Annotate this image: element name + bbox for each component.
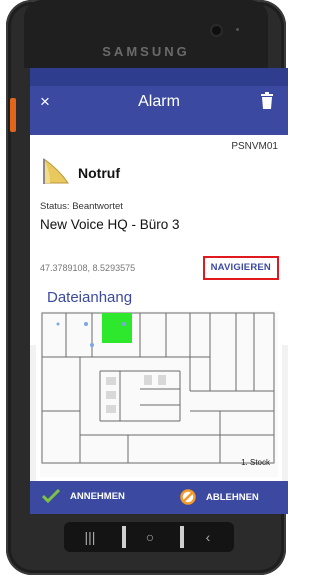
app-bar: × Alarm	[30, 68, 288, 135]
alarm-type: Notruf	[78, 165, 120, 181]
trash-icon[interactable]	[260, 92, 274, 109]
alarm-type-icon	[43, 158, 69, 184]
floor-label: 1. Stock	[241, 458, 270, 467]
highlighted-room	[102, 313, 132, 343]
home-button[interactable]: ○	[124, 522, 176, 552]
recent-apps-button[interactable]: |||	[64, 522, 116, 552]
alarm-location: New Voice HQ - Büro 3	[40, 217, 180, 232]
page-title: Alarm	[138, 93, 180, 110]
reject-label: ABLEHNEN	[206, 491, 259, 503]
reject-button[interactable]: ABLEHNEN	[180, 489, 259, 505]
phone-frame: SAMSUNG × Alarm PSNVM01 Notruf Status: B…	[6, 0, 288, 575]
hardware-nav-keys: ||| ○ ‹	[64, 522, 234, 552]
attachment-title: Dateianhang	[47, 289, 133, 306]
front-camera	[212, 26, 221, 35]
phone-top-bezel: SAMSUNG	[24, 0, 268, 68]
screen: × Alarm PSNVM01 Notruf Status: Beantwort…	[30, 68, 288, 514]
check-icon	[42, 489, 60, 503]
status-strip	[30, 68, 288, 86]
coordinates: 47.3789108, 8.5293575	[40, 263, 136, 273]
accept-label: ANNEHMEN	[70, 490, 125, 502]
action-bar: ANNEHMEN ABLEHNEN	[30, 481, 288, 514]
brand-logo: SAMSUNG	[102, 44, 190, 59]
accept-button[interactable]: ANNEHMEN	[42, 489, 125, 503]
sensor	[236, 28, 239, 31]
back-button[interactable]: ‹	[182, 522, 234, 552]
device-id: PSNVM01	[231, 141, 278, 152]
prohibited-icon	[180, 489, 196, 505]
floor-plan-drawing	[41, 312, 275, 464]
alarm-status: Status: Beantwortet	[40, 201, 123, 212]
floor-plan-image[interactable]: 1. Stock	[40, 311, 278, 477]
navigate-button[interactable]: NAVIGIEREN	[202, 256, 279, 280]
side-button	[10, 98, 16, 132]
attachment-card: Dateianhang 1. Stock	[36, 285, 282, 481]
